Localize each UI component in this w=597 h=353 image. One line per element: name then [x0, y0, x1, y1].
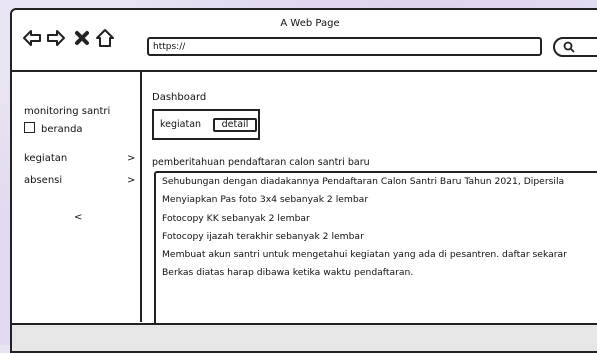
forward-icon[interactable] — [46, 28, 66, 48]
sidebar-item-label: beranda — [41, 124, 83, 135]
address-bar[interactable]: https:// — [147, 37, 542, 56]
kegiatan-card: kegiatan detail — [152, 109, 260, 140]
search-field[interactable] — [553, 37, 597, 57]
sidebar-item-beranda[interactable]: beranda — [24, 122, 83, 135]
sidebar-item-absensi[interactable]: absensi — [24, 175, 62, 186]
collapse-sidebar-icon[interactable]: < — [74, 212, 82, 223]
status-bar — [12, 323, 597, 351]
app-title: monitoring santri — [24, 106, 111, 117]
announcement-line: Berkas diatas harap dibawa ketika waktu … — [162, 267, 414, 278]
beranda-checkbox[interactable] — [24, 122, 35, 133]
sidebar-item-kegiatan[interactable]: kegiatan — [24, 153, 67, 164]
announcement-line: Membuat akun santri untuk mengetahui keg… — [162, 249, 567, 260]
home-icon[interactable] — [95, 28, 115, 48]
announcement-title: pemberitahuan pendaftaran calon santri b… — [152, 157, 370, 168]
announcement-line: Fotocopy KK sebanyak 2 lembar — [162, 213, 310, 224]
search-icon — [563, 41, 575, 53]
chevron-right-icon[interactable]: > — [127, 175, 135, 186]
detail-button[interactable]: detail — [213, 118, 257, 132]
announcement-textarea[interactable]: Sehubungan dengan diadakannya Pendaftara… — [154, 171, 597, 331]
announcement-line: Menyiapkan Pas foto 3x4 sebanyak 2 lemba… — [162, 194, 369, 205]
back-icon[interactable] — [22, 28, 42, 48]
page-title: Dashboard — [152, 92, 207, 103]
announcement-line: Fotocopy ijazah terakhir sebanyak 2 lemb… — [162, 231, 364, 242]
stop-icon[interactable] — [72, 28, 92, 48]
card-label: kegiatan — [160, 119, 202, 130]
browser-window: A Web Page https:// monitoring santri be… — [10, 8, 597, 353]
chevron-right-icon[interactable]: > — [127, 153, 135, 164]
sidebar: monitoring santri beranda kegiatan > abs… — [12, 72, 142, 322]
announcement-line: Sehubungan dengan diadakannya Pendaftara… — [162, 176, 565, 187]
